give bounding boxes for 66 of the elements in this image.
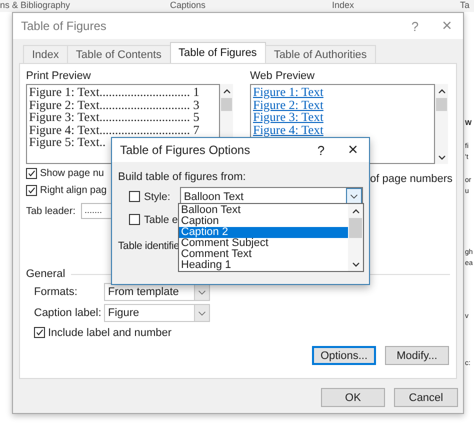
dialog-title: Table of Figures Options (120, 143, 252, 157)
preview-link[interactable]: Figure 3: Text (253, 111, 324, 124)
checkbox-label: Style: (144, 190, 172, 202)
preview-link[interactable]: Figure 1: Text (253, 86, 324, 98)
section-title: General (26, 268, 66, 280)
print-preview-label: Print Preview (26, 70, 92, 84)
tab[interactable]: Index (23, 45, 68, 63)
checkbox-label: Right align pag (40, 185, 107, 196)
close-button[interactable]: × (431, 16, 463, 36)
preview-link[interactable]: Figure 2: Text (253, 98, 324, 111)
scroll-thumb[interactable] (221, 98, 232, 111)
scroll-up-icon[interactable] (438, 89, 446, 94)
checkbox-label: Show page nu (40, 168, 104, 179)
checkbox[interactable] (26, 185, 37, 196)
checkbox-label: Table e (144, 214, 178, 226)
dialog-button[interactable]: Cancel (394, 388, 458, 407)
caption-label-dropdown[interactable]: Figure (104, 304, 210, 322)
help-button[interactable]: ? (399, 18, 431, 34)
dropdown-option[interactable]: Comment Text (179, 249, 348, 260)
checkbox[interactable] (26, 168, 37, 179)
field-label: Formats: (34, 286, 78, 298)
dropdown-option[interactable]: Caption 2 (179, 227, 348, 238)
dialog-button[interactable]: OK (321, 388, 385, 407)
dropdown-option[interactable]: Heading 1 (179, 260, 348, 271)
tab[interactable]: Table of Authorities (264, 45, 376, 63)
chevron-down-icon[interactable] (198, 290, 206, 294)
field-label: Caption label: (34, 307, 102, 319)
dropdown-option[interactable]: Caption (179, 216, 348, 227)
checkbox[interactable] (129, 214, 140, 225)
checkbox-label: Include label and number (48, 326, 172, 338)
web-preview-label: Web Preview (250, 70, 316, 84)
tab-leader-label: Tab leader: (26, 206, 76, 216)
scroll-up-icon[interactable] (352, 209, 360, 214)
field-label: Table identifie (118, 240, 180, 252)
scroll-thumb[interactable] (436, 98, 447, 111)
preview-line: Figure 5: Text.. (29, 136, 106, 148)
close-button[interactable]: × (337, 140, 369, 160)
scroll-thumb[interactable] (349, 218, 362, 238)
dialog-button[interactable]: Options... (312, 346, 376, 365)
scroll-up-icon[interactable] (222, 89, 230, 94)
checkbox[interactable] (34, 327, 45, 338)
tab[interactable]: Table of Figures (170, 42, 266, 63)
dialog-button[interactable]: Modify... (385, 346, 449, 365)
section-label: Build table of figures from: (118, 171, 247, 183)
checkbox[interactable] (129, 191, 140, 202)
chevron-down-icon[interactable] (350, 194, 358, 199)
ribbon-group-label[interactable]: ns & Bibliography (0, 0, 170, 12)
chevron-down-icon[interactable] (198, 310, 206, 316)
checkbox-label: of page numbers (369, 173, 452, 185)
scroll-down-icon[interactable] (352, 262, 360, 267)
preview-line: Figure 2: Text............................. 3 (29, 98, 200, 111)
formats-dropdown[interactable]: From template (104, 283, 210, 301)
ribbon-group-label[interactable]: Index (332, 0, 460, 12)
preview-line: Figure 1: Text............................. 1 (29, 86, 200, 98)
ribbon-group-label[interactable]: Ta (460, 0, 470, 12)
preview-link[interactable]: Figure 4: Text (253, 124, 324, 136)
scroll-down-icon[interactable] (438, 155, 446, 160)
ribbon-group-label[interactable]: Captions (170, 0, 332, 12)
scrollbar[interactable] (435, 84, 448, 164)
window-title: Table of Figures (21, 19, 108, 33)
help-button[interactable]: ? (305, 142, 337, 158)
preview-line: Figure 4: Text............................. 7 (29, 124, 200, 136)
preview-line: Figure 3: Text............................. 5 (29, 111, 200, 124)
scrollbar[interactable] (348, 204, 363, 271)
dropdown-option[interactable]: Balloon Text (179, 205, 348, 216)
dropdown-option[interactable]: Comment Subject (179, 238, 348, 249)
